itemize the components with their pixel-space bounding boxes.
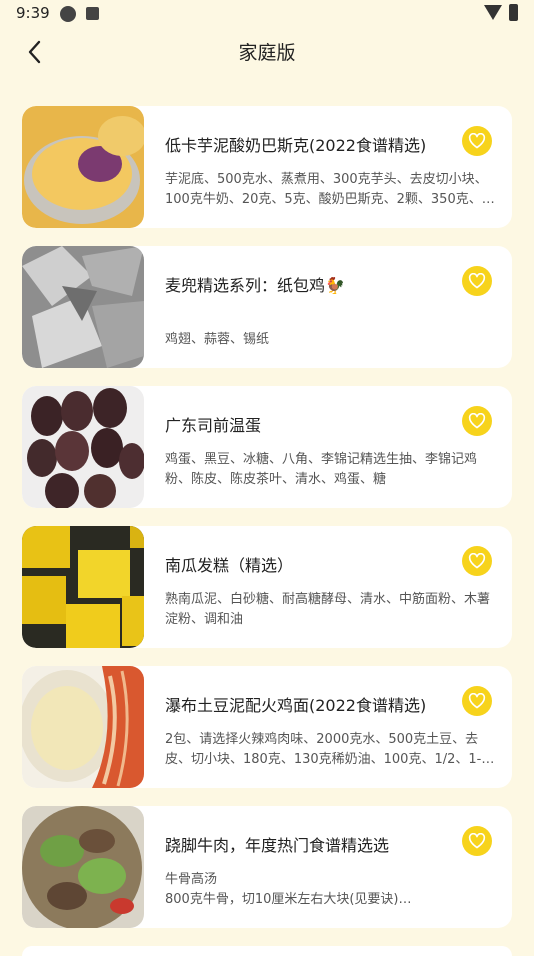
favorite-button[interactable] [462,266,492,296]
recipe-thumbnail [22,526,144,648]
page-title: 家庭版 [238,42,296,64]
favorite-button[interactable] [462,126,492,156]
wifi-icon [484,5,502,20]
recipe-ingredients: 牛骨高汤 800克牛骨，切10厘米左右大块(见要诀)… [165,872,412,907]
heart-icon [468,273,486,289]
heart-icon [468,833,486,849]
favorite-button[interactable] [462,686,492,716]
recipe-ingredients: 熟南瓜泥、白砂糖、耐高糖酵母、清水、中筋面粉、木薯淀粉、调和油 [165,592,491,627]
next-recipe-card-peek [22,946,512,956]
recipe-card[interactable]: 跷脚牛肉，年度热门食谱精选选 牛骨高汤 800克牛骨，切10厘米左右大块(见要诀… [22,806,512,928]
recipe-thumbnail [22,246,144,368]
notification-status-icon [86,7,99,20]
heart-icon [468,413,486,429]
recipe-title: 瀑布土豆泥配火鸡面(2022食谱精选) [165,696,427,715]
recipe-ingredients: 2包、请选择火辣鸡肉味、2000克水、500克土豆、去皮、切小块、180克、13… [165,732,495,767]
recipe-card[interactable]: 南瓜发糕（精选） 熟南瓜泥、白砂糖、耐高糖酵母、清水、中筋面粉、木薯淀粉、调和油 [22,526,512,648]
heart-icon [468,553,486,569]
status-time: 9:39 [16,4,50,22]
recipe-ingredients: 鸡翅、蒜蓉、锡纸 [165,332,270,347]
recipe-thumbnail [22,386,144,508]
vpn-status-icon [60,6,76,22]
recipe-list: 低卡芋泥酸奶巴斯克(2022食谱精选) 芋泥底、500克水、蒸煮用、300克芋头… [22,106,512,946]
recipe-title: 跷脚牛肉，年度热门食谱精选选 [165,836,390,855]
recipe-card[interactable]: 麦兜精选系列：纸包鸡🐓 鸡翅、蒜蓉、锡纸 [22,246,512,368]
heart-icon [468,693,486,709]
recipe-title: 低卡芋泥酸奶巴斯克(2022食谱精选) [165,136,427,155]
favorite-button[interactable] [462,406,492,436]
recipe-card[interactable]: 低卡芋泥酸奶巴斯克(2022食谱精选) 芋泥底、500克水、蒸煮用、300克芋头… [22,106,512,228]
recipe-card[interactable]: 瀑布土豆泥配火鸡面(2022食谱精选) 2包、请选择火辣鸡肉味、2000克水、5… [22,666,512,788]
recipe-ingredients: 鸡蛋、黑豆、冰糖、八角、李锦记精选生抽、李锦记鸡粉、陈皮、陈皮茶叶、清水、鸡蛋、… [165,452,478,487]
status-bar: 9:39 [0,0,534,28]
recipe-thumbnail [22,106,144,228]
recipe-title: 麦兜精选系列：纸包鸡🐓 [165,276,345,295]
heart-icon [468,133,486,149]
recipe-ingredients: 芋泥底、500克水、蒸煮用、300克芋头、去皮切小块、100克牛奶、20克、5克… [165,172,495,207]
recipe-thumbnail [22,666,144,788]
recipe-card[interactable]: 广东司前温蛋 鸡蛋、黑豆、冰糖、八角、李锦记精选生抽、李锦记鸡粉、陈皮、陈皮茶叶… [22,386,512,508]
recipe-thumbnail [22,806,144,928]
header: 家庭版 [0,28,534,76]
recipe-title: 广东司前温蛋 [165,416,262,435]
battery-icon [509,4,518,21]
favorite-button[interactable] [462,826,492,856]
favorite-button[interactable] [462,546,492,576]
recipe-title: 南瓜发糕（精选） [165,556,294,575]
